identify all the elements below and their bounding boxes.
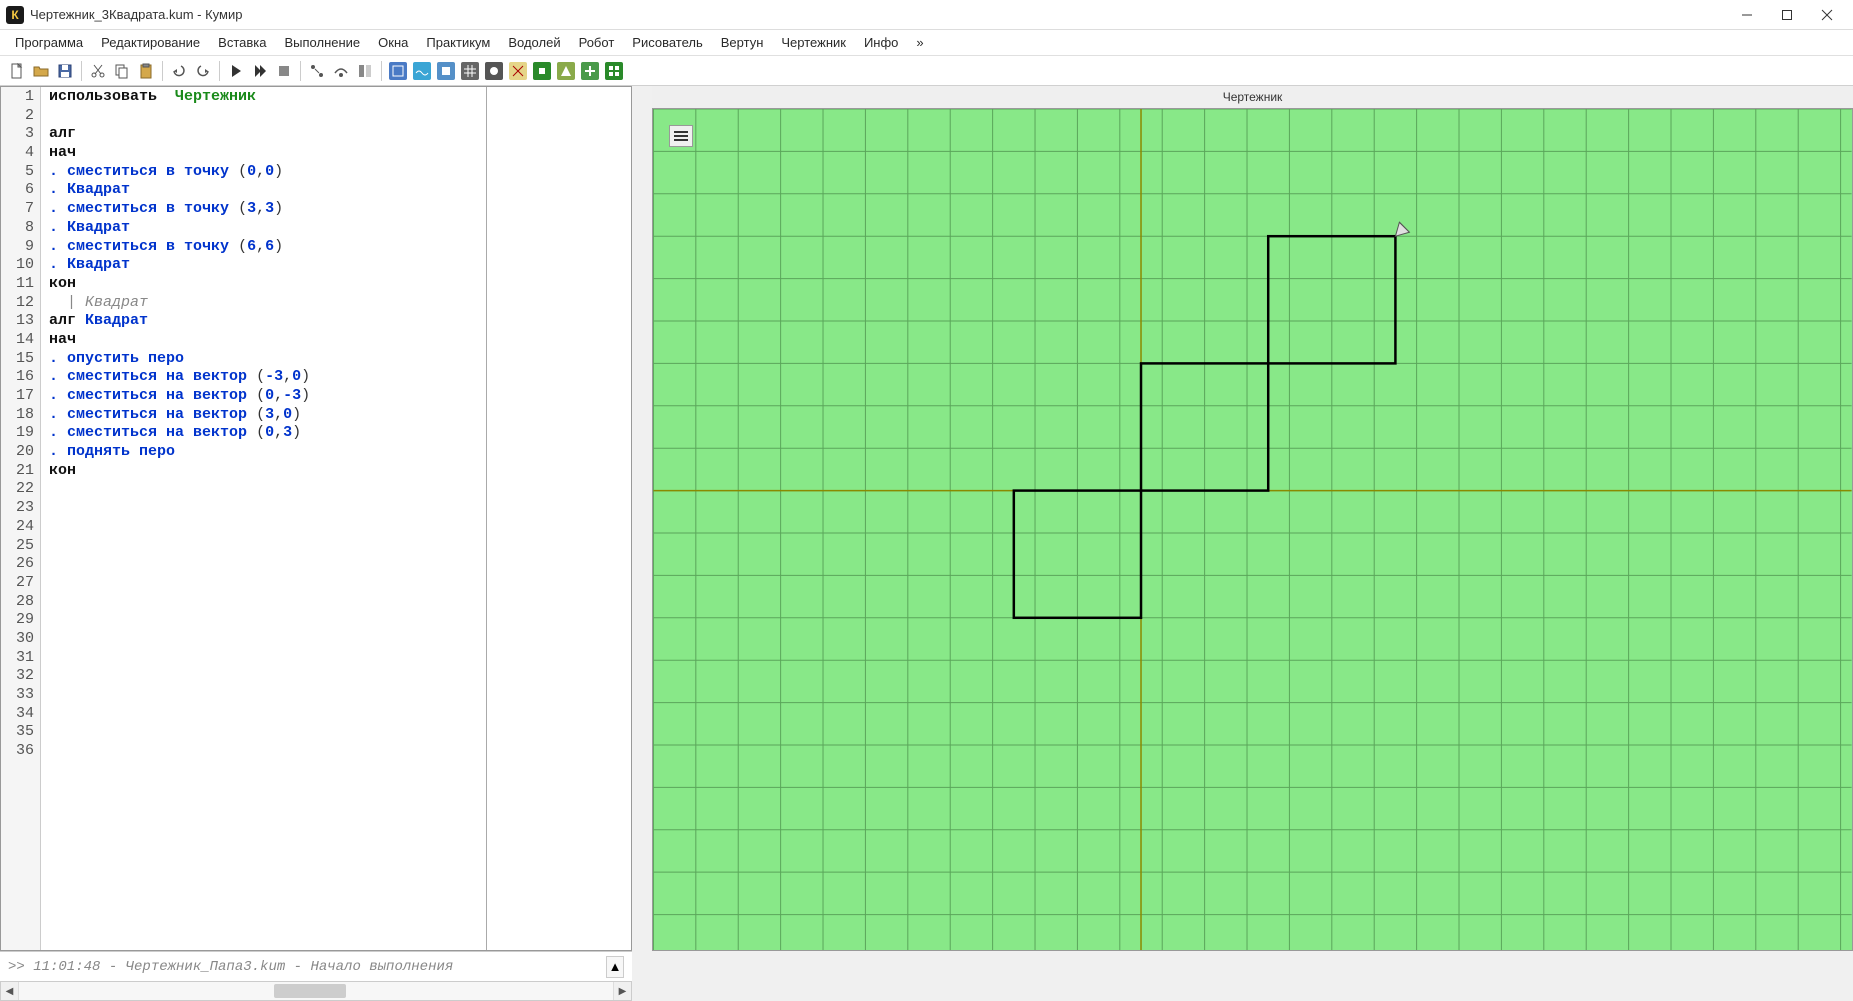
- menu-item-12[interactable]: »: [907, 32, 932, 53]
- toolbar: [0, 56, 1853, 86]
- menu-item-7[interactable]: Робот: [570, 32, 624, 53]
- menu-item-11[interactable]: Инфо: [855, 32, 907, 53]
- minimize-button[interactable]: [1727, 1, 1767, 29]
- menu-item-0[interactable]: Программа: [6, 32, 92, 53]
- status-text: >> 11:01:48 - Чертежник_Папа3.kum - Нача…: [8, 959, 453, 975]
- toggle-icon[interactable]: [354, 60, 376, 82]
- menu-item-3[interactable]: Выполнение: [275, 32, 369, 53]
- world1-icon[interactable]: [387, 60, 409, 82]
- world3-icon[interactable]: [435, 60, 457, 82]
- hamburger-icon: [674, 131, 688, 141]
- close-button[interactable]: [1807, 1, 1847, 29]
- run-icon[interactable]: [225, 60, 247, 82]
- world5-icon[interactable]: [483, 60, 505, 82]
- save-icon[interactable]: [54, 60, 76, 82]
- new-file-icon[interactable]: [6, 60, 28, 82]
- console-scroll-up[interactable]: ▲: [606, 956, 624, 978]
- open-file-icon[interactable]: [30, 60, 52, 82]
- world8-icon[interactable]: [555, 60, 577, 82]
- editor-margin: [486, 87, 631, 950]
- menu-item-2[interactable]: Вставка: [209, 32, 275, 53]
- redo-icon[interactable]: [192, 60, 214, 82]
- step-over-icon[interactable]: [330, 60, 352, 82]
- world10-icon[interactable]: [603, 60, 625, 82]
- canvas-menu-button[interactable]: [669, 125, 693, 147]
- line-gutter: 1234567891011121314151617181920212223242…: [1, 87, 41, 950]
- canvas-title: Чертежник: [652, 86, 1853, 108]
- code-area[interactable]: использовать Чертежникалгнач. сместиться…: [41, 87, 486, 950]
- drawing-canvas[interactable]: [652, 108, 1853, 951]
- scroll-right-arrow[interactable]: ▶: [613, 982, 631, 1000]
- undo-icon[interactable]: [168, 60, 190, 82]
- scroll-left-arrow[interactable]: ◀: [1, 982, 19, 1000]
- titlebar: К Чертежник_3Квадрата.kum - Кумир: [0, 0, 1853, 30]
- window-title: Чертежник_3Квадрата.kum - Кумир: [30, 7, 242, 22]
- step-icon[interactable]: [249, 60, 271, 82]
- stop-icon[interactable]: [273, 60, 295, 82]
- menu-item-8[interactable]: Рисователь: [623, 32, 711, 53]
- scroll-track[interactable]: [19, 982, 613, 1000]
- cut-icon[interactable]: [87, 60, 109, 82]
- maximize-button[interactable]: [1767, 1, 1807, 29]
- copy-icon[interactable]: [111, 60, 133, 82]
- status-bar: >> 11:01:48 - Чертежник_Папа3.kum - Нача…: [0, 951, 632, 981]
- paste-icon[interactable]: [135, 60, 157, 82]
- menu-item-6[interactable]: Водолей: [499, 32, 569, 53]
- menu-item-1[interactable]: Редактирование: [92, 32, 209, 53]
- world4-icon[interactable]: [459, 60, 481, 82]
- menu-item-9[interactable]: Вертун: [712, 32, 773, 53]
- world6-icon[interactable]: [507, 60, 529, 82]
- scroll-thumb[interactable]: [274, 984, 345, 998]
- horizontal-scrollbar[interactable]: ◀ ▶: [0, 981, 632, 1001]
- code-editor[interactable]: 1234567891011121314151617181920212223242…: [0, 86, 632, 951]
- menu-item-5[interactable]: Практикум: [417, 32, 499, 53]
- menu-item-4[interactable]: Окна: [369, 32, 417, 53]
- world2-icon[interactable]: [411, 60, 433, 82]
- menu-item-10[interactable]: Чертежник: [772, 32, 855, 53]
- menubar: ПрограммаРедактированиеВставкаВыполнение…: [0, 30, 1853, 56]
- step-into-icon[interactable]: [306, 60, 328, 82]
- world9-icon[interactable]: [579, 60, 601, 82]
- world7-icon[interactable]: [531, 60, 553, 82]
- app-icon: К: [6, 6, 24, 24]
